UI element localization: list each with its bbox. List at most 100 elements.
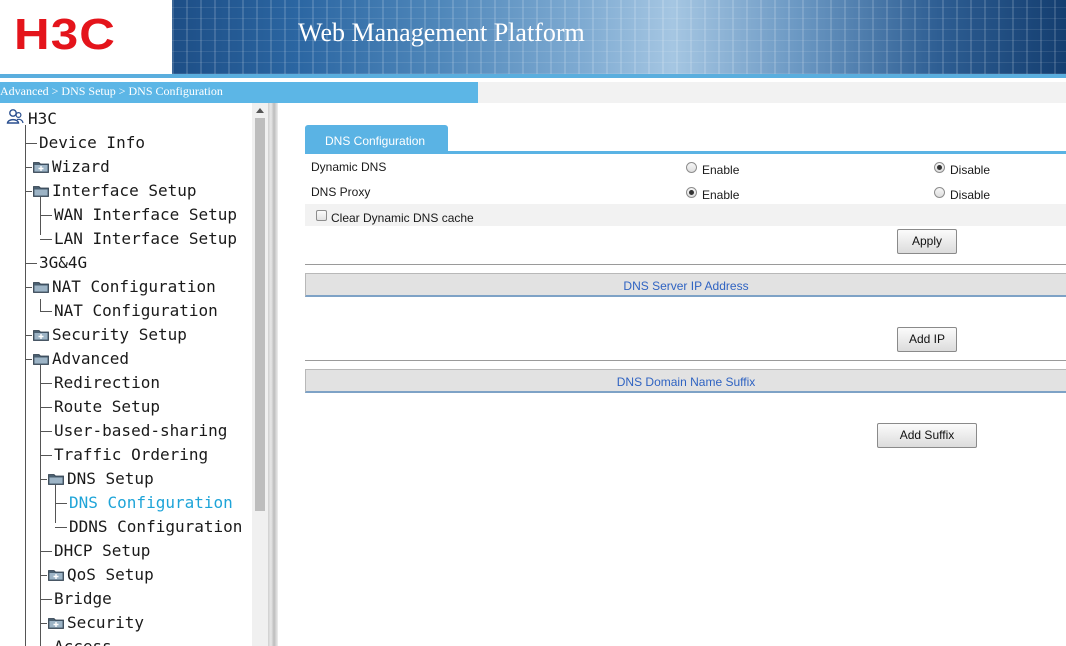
sidebar-item-label: Interface Setup bbox=[52, 181, 197, 200]
sidebar-item-label: Security Setup bbox=[52, 325, 187, 344]
sidebar-item-3g4g[interactable]: 3G&4G bbox=[39, 251, 87, 275]
dns-server-ip-header: DNS Server IP Address bbox=[305, 273, 1066, 297]
folder-open-icon bbox=[33, 186, 49, 197]
tree-line bbox=[40, 551, 52, 552]
tree-line bbox=[40, 239, 52, 240]
sidebar-item-traffic-ordering[interactable]: Traffic Ordering bbox=[54, 443, 208, 467]
tree-line bbox=[40, 479, 47, 480]
dns-domain-suffix-header: DNS Domain Name Suffix bbox=[305, 369, 1066, 393]
section-separator bbox=[305, 264, 1066, 265]
tree-line bbox=[25, 287, 32, 288]
sidebar-item-label: DNS Configuration bbox=[69, 493, 233, 512]
sidebar-item-route-setup[interactable]: Route Setup bbox=[54, 395, 160, 419]
logo-text: H3C bbox=[14, 10, 116, 59]
breadcrumb: Advanced > DNS Setup > DNS Configuration bbox=[0, 84, 223, 98]
tree-line bbox=[40, 215, 52, 216]
sidebar-item-label: Traffic Ordering bbox=[54, 445, 209, 464]
dynamic-dns-enable-label: Enable bbox=[702, 163, 740, 177]
dns-proxy-disable-radio[interactable] bbox=[934, 187, 945, 198]
tree-line bbox=[55, 503, 67, 504]
sidebar-item-device-info[interactable]: Device Info bbox=[39, 131, 145, 155]
folder-plus-icon bbox=[33, 330, 49, 341]
sidebar-item-bridge[interactable]: Bridge bbox=[54, 587, 112, 611]
tree-line bbox=[55, 485, 56, 523]
tree-line bbox=[40, 575, 47, 576]
tree-line bbox=[25, 335, 32, 336]
nav-tree: H3C Device Info Wizard Interface Setup W… bbox=[0, 103, 252, 646]
sidebar-item-label: QoS Setup bbox=[67, 565, 154, 584]
sidebar-item-access[interactable]: Access bbox=[54, 635, 112, 646]
sidebar-item-label: Route Setup bbox=[54, 397, 160, 416]
dns-server-ip-header-label: DNS Server IP Address bbox=[623, 279, 749, 293]
clear-dns-cache-label: Clear Dynamic DNS cache bbox=[331, 211, 474, 225]
frame-divider[interactable] bbox=[268, 103, 278, 646]
folder-plus-icon bbox=[48, 570, 64, 581]
folder-plus-icon bbox=[33, 162, 49, 173]
sidebar-item-label: DNS Setup bbox=[67, 469, 154, 488]
tree-line bbox=[40, 311, 52, 312]
sidebar-item-user-based-sharing[interactable]: User-based-sharing bbox=[54, 419, 227, 443]
sidebar-item-label: Wizard bbox=[52, 157, 110, 176]
folder-open-icon bbox=[33, 354, 49, 365]
sidebar-item-redirection[interactable]: Redirection bbox=[54, 371, 160, 395]
scroll-thumb[interactable] bbox=[255, 118, 265, 511]
dynamic-dns-disable-radio[interactable] bbox=[934, 162, 945, 173]
dynamic-dns-enable-radio[interactable] bbox=[686, 162, 697, 173]
sidebar-item-label: NAT Configuration bbox=[54, 301, 218, 320]
breadcrumb-bar: Advanced > DNS Setup > DNS Configuration bbox=[0, 82, 478, 103]
sidebar-item-wan-interface-setup[interactable]: WAN Interface Setup bbox=[54, 203, 237, 227]
sidebar-item-label: Redirection bbox=[54, 373, 160, 392]
tree-line bbox=[25, 359, 32, 360]
tree-line bbox=[40, 383, 52, 384]
breadcrumb-bar-fill bbox=[478, 82, 1066, 103]
sidebar-item-dns-configuration[interactable]: DNS Configuration bbox=[69, 491, 233, 515]
tree-line bbox=[55, 527, 67, 528]
tree-line bbox=[40, 407, 52, 408]
sidebar-item-nat-configuration[interactable]: NAT Configuration bbox=[54, 299, 218, 323]
sidebar-item-label: 3G&4G bbox=[39, 253, 88, 272]
dns-proxy-enable-label: Enable bbox=[702, 188, 740, 202]
tree-line bbox=[40, 197, 41, 235]
sidebar-item-label: WAN Interface Setup bbox=[54, 205, 238, 224]
sidebar-item-dhcp-setup[interactable]: DHCP Setup bbox=[54, 539, 150, 563]
tree-line bbox=[40, 599, 52, 600]
tree-line bbox=[25, 167, 32, 168]
tree-line bbox=[40, 299, 41, 311]
sidebar-item-label: DDNS Configuration bbox=[69, 517, 243, 536]
tree-line bbox=[25, 191, 32, 192]
sidebar-item-ddns-configuration[interactable]: DDNS Configuration bbox=[69, 515, 242, 539]
tab-label: DNS Configuration bbox=[325, 134, 426, 148]
scroll-up-arrow-icon[interactable] bbox=[256, 108, 264, 113]
folder-open-icon bbox=[48, 474, 64, 485]
sidebar-item-label: Bridge bbox=[54, 589, 112, 608]
users-icon bbox=[6, 109, 24, 124]
dynamic-dns-disable-label: Disable bbox=[950, 163, 991, 177]
main-content: DNS Configuration Dynamic DNS Enable Dis… bbox=[278, 103, 1066, 646]
add-suffix-button[interactable]: Add Suffix bbox=[877, 423, 977, 448]
tree-root-label: H3C bbox=[28, 109, 57, 128]
add-ip-button[interactable]: Add IP bbox=[897, 327, 957, 352]
sidebar: H3C Device Info Wizard Interface Setup W… bbox=[0, 103, 268, 646]
tree-line bbox=[40, 623, 47, 624]
tree-line bbox=[40, 431, 52, 432]
tree-line bbox=[25, 143, 37, 144]
clear-dns-cache-checkbox[interactable] bbox=[316, 210, 327, 221]
apply-button[interactable]: Apply bbox=[897, 229, 957, 254]
folder-open-icon bbox=[33, 282, 49, 293]
dns-proxy-disable-label: Disable bbox=[950, 188, 991, 202]
sidebar-item-label: LAN Interface Setup bbox=[54, 229, 238, 248]
sidebar-item-label: DHCP Setup bbox=[54, 541, 151, 560]
sidebar-item-label: Device Info bbox=[39, 133, 145, 152]
sidebar-item-lan-interface-setup[interactable]: LAN Interface Setup bbox=[54, 227, 237, 251]
dns-proxy-enable-radio[interactable] bbox=[686, 187, 697, 198]
sidebar-item-label: Access bbox=[54, 637, 112, 646]
tab-dns-configuration[interactable]: DNS Configuration bbox=[305, 125, 448, 153]
clear-cache-row: Clear Dynamic DNS cache bbox=[305, 204, 1066, 226]
platform-title: Web Management Platform bbox=[298, 18, 585, 47]
sidebar-scrollbar[interactable] bbox=[252, 103, 268, 646]
tree-line bbox=[25, 125, 26, 646]
tree-line bbox=[40, 455, 52, 456]
dynamic-dns-label: Dynamic DNS bbox=[311, 160, 387, 174]
sidebar-item-label: User-based-sharing bbox=[54, 421, 228, 440]
sidebar-item-label: NAT Configuration bbox=[52, 277, 216, 296]
